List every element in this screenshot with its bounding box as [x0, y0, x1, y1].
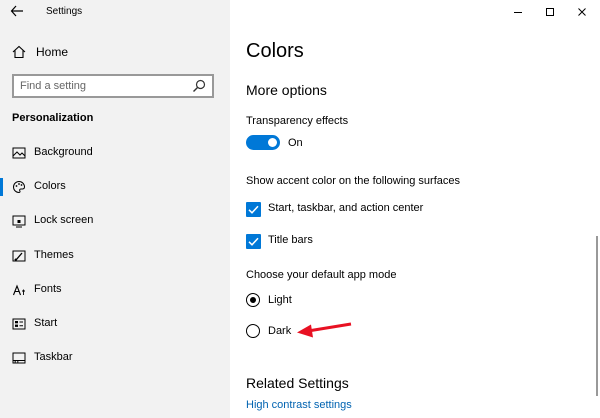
- sidebar-item-label: Start: [34, 317, 58, 329]
- high-contrast-link[interactable]: High contrast settings: [246, 399, 352, 411]
- red-arrow-annotation: [297, 322, 352, 338]
- active-indicator: [0, 178, 3, 196]
- checkbox-start-taskbar[interactable]: Start, taskbar, and action center: [246, 200, 423, 218]
- related-settings-heading: Related Settings: [246, 375, 349, 391]
- transparency-label: Transparency effects: [246, 115, 349, 127]
- home-icon: [12, 45, 26, 59]
- back-button[interactable]: [10, 4, 30, 20]
- transparency-state: On: [288, 137, 303, 149]
- start-icon: [12, 318, 26, 330]
- lock-screen-icon: [12, 215, 26, 228]
- search-icon[interactable]: [192, 79, 206, 93]
- checkbox-title-bars[interactable]: Title bars: [246, 232, 313, 250]
- taskbar-icon: [12, 352, 26, 364]
- transparency-toggle[interactable]: [246, 135, 280, 150]
- home-label: Home: [36, 45, 69, 59]
- main-content: Colors More options Transparency effects…: [230, 0, 600, 418]
- checkbox[interactable]: [246, 201, 261, 217]
- sidebar-item-start[interactable]: Start: [0, 312, 230, 336]
- maximize-icon: [546, 8, 554, 16]
- radio-button[interactable]: [246, 324, 260, 338]
- radio-label: Light: [268, 294, 292, 306]
- checkbox-label: Title bars: [268, 234, 313, 246]
- sidebar-item-label: Lock screen: [34, 214, 94, 226]
- sidebar-item-colors[interactable]: Colors: [0, 175, 230, 199]
- close-icon: [578, 8, 586, 16]
- radio-button[interactable]: [246, 293, 260, 307]
- minimize-button[interactable]: [510, 4, 526, 20]
- home-nav-item[interactable]: Home: [12, 42, 68, 62]
- palette-icon: [13, 180, 26, 194]
- sidebar-item-label: Fonts: [34, 283, 62, 295]
- picture-icon: [12, 147, 26, 159]
- search-input[interactable]: [20, 79, 180, 93]
- app-title: Settings: [46, 6, 83, 17]
- minimize-icon: [514, 12, 522, 13]
- themes-icon: [12, 250, 26, 262]
- sidebar-item-label: Background: [34, 146, 93, 158]
- accent-surfaces-label: Show accent color on the following surfa…: [246, 175, 461, 187]
- sidebar: Settings Home Personalization Background…: [0, 0, 230, 418]
- checkmark-icon: [248, 237, 259, 246]
- checkbox[interactable]: [246, 233, 261, 249]
- radio-label: Dark: [268, 325, 292, 337]
- sidebar-item-label: Themes: [34, 249, 74, 261]
- sidebar-item-label: Colors: [34, 180, 66, 192]
- page-title: Colors: [246, 40, 304, 62]
- more-options-heading: More options: [246, 82, 327, 98]
- sidebar-item-taskbar[interactable]: Taskbar: [0, 346, 230, 370]
- back-arrow-icon: [10, 5, 23, 17]
- scrollbar[interactable]: [596, 236, 598, 396]
- section-label: Personalization: [12, 112, 94, 124]
- search-box[interactable]: [12, 74, 214, 98]
- sidebar-item-lock-screen[interactable]: Lock screen: [0, 209, 230, 233]
- maximize-button[interactable]: [542, 4, 558, 20]
- close-button[interactable]: [574, 4, 590, 20]
- checkbox-label: Start, taskbar, and action center: [268, 202, 424, 214]
- checkmark-icon: [248, 205, 259, 214]
- sidebar-item-label: Taskbar: [34, 351, 73, 363]
- app-mode-label: Choose your default app mode: [246, 269, 397, 281]
- sidebar-item-fonts[interactable]: Fonts: [0, 278, 230, 302]
- sidebar-item-themes[interactable]: Themes: [0, 244, 230, 268]
- sidebar-item-background[interactable]: Background: [0, 141, 230, 165]
- fonts-icon: [12, 284, 25, 296]
- toggle-knob: [268, 138, 277, 147]
